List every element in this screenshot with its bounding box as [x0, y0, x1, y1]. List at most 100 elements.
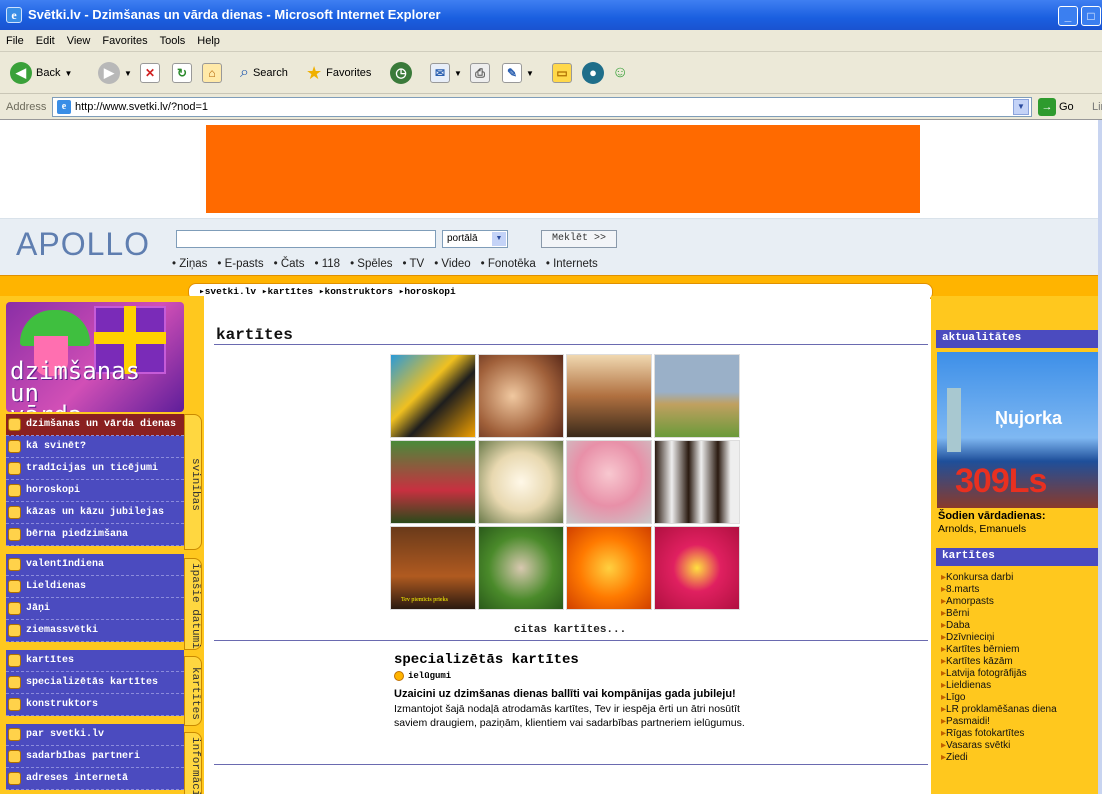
- card-thumb-sunset-field[interactable]: [566, 354, 652, 438]
- banner-ad[interactable]: [206, 125, 920, 213]
- menu-item-constructor[interactable]: konstruktors: [6, 694, 184, 716]
- tab-info[interactable]: informācija: [184, 732, 202, 794]
- mail-button[interactable]: ✉ ▼: [430, 59, 462, 87]
- crumb-konstruktors[interactable]: ▸konstruktors: [319, 286, 393, 297]
- menu-favorites[interactable]: Favorites: [96, 30, 153, 47]
- card-thumb-monkeys[interactable]: [654, 440, 740, 524]
- crumb-horoskopi[interactable]: ▸horoskopi: [399, 286, 456, 297]
- category-link[interactable]: Bērni: [941, 608, 1057, 620]
- menu-item-easter[interactable]: Lieldienas: [6, 576, 184, 598]
- folder-button[interactable]: ▭: [552, 59, 572, 87]
- card-thumb-abstract[interactable]: [390, 354, 476, 438]
- category-link[interactable]: Dzīvnieciņi: [941, 632, 1057, 644]
- menu-help[interactable]: Help: [191, 30, 226, 47]
- portal-search-button[interactable]: Meklēt >>: [541, 230, 617, 248]
- links-label[interactable]: Lin: [1092, 101, 1102, 113]
- menu-item-horoscopes[interactable]: horoskopi: [6, 480, 184, 502]
- refresh-button[interactable]: ↻: [172, 59, 192, 87]
- history-button[interactable]: ◷: [390, 59, 412, 87]
- page-scrollbar[interactable]: [1098, 120, 1102, 794]
- category-link[interactable]: Lieldienas: [941, 680, 1057, 692]
- go-button[interactable]: → Go: [1038, 98, 1074, 116]
- nav-118[interactable]: • 118: [314, 258, 340, 270]
- nav-fonoteka[interactable]: • Fonotēka: [481, 258, 536, 270]
- travel-ad[interactable]: Ņujorka 309Ls: [937, 352, 1102, 508]
- research-button[interactable]: ●: [582, 59, 604, 87]
- menu-item-baby-birth[interactable]: bērna piedzimšana: [6, 524, 184, 546]
- nav-tv[interactable]: • TV: [402, 258, 424, 270]
- promo-banner[interactable]: dzimšanas unvārda dienas: [6, 302, 184, 412]
- back-button[interactable]: ◀ Back ▼: [10, 59, 72, 87]
- menu-item-traditions[interactable]: tradīcijas un ticējumi: [6, 458, 184, 480]
- nav-zinas[interactable]: • Ziņas: [172, 258, 207, 270]
- search-button[interactable]: ⌕ Search: [240, 59, 288, 87]
- category-link[interactable]: Kartītes kāzām: [941, 656, 1057, 668]
- nav-cats[interactable]: • Čats: [274, 258, 305, 270]
- card-thumb-pink-flower[interactable]: [654, 526, 740, 610]
- crumb-kartites[interactable]: ▸kartītes: [262, 286, 313, 297]
- category-link[interactable]: Līgo: [941, 692, 1057, 704]
- maximize-button[interactable]: □: [1081, 6, 1101, 26]
- nav-video[interactable]: • Video: [434, 258, 470, 270]
- chevron-down-icon[interactable]: ▼: [1013, 99, 1029, 115]
- crumb-svetki[interactable]: ▸svetki.lv: [199, 286, 256, 297]
- category-link[interactable]: Vasaras svētki: [941, 740, 1057, 752]
- print-button[interactable]: ⎙: [470, 59, 490, 87]
- category-link[interactable]: LR proklamēšanas diena: [941, 704, 1057, 716]
- tree-icon: [8, 624, 21, 637]
- tab-special-dates[interactable]: īpašie datumi: [184, 558, 202, 650]
- menu-tools[interactable]: Tools: [154, 30, 192, 47]
- forward-button[interactable]: ▶ ▼: [98, 59, 132, 87]
- menu-file[interactable]: File: [0, 30, 30, 47]
- category-link[interactable]: Pasmaidi!: [941, 716, 1057, 728]
- nav-speles[interactable]: • Spēles: [350, 258, 392, 270]
- menu-item-how-to-celebrate[interactable]: kā svinēt?: [6, 436, 184, 458]
- special-cards-title[interactable]: specializētās kartītes: [394, 652, 764, 668]
- tab-svinibas[interactable]: svinības: [184, 414, 202, 550]
- menu-item-links[interactable]: adreses internetā: [6, 768, 184, 790]
- category-link[interactable]: Kartītes bērniem: [941, 644, 1057, 656]
- menu-view[interactable]: View: [61, 30, 97, 47]
- home-button[interactable]: ⌂: [202, 59, 222, 87]
- card-thumb-child-cat[interactable]: Tev piemīcis prieks: [390, 526, 476, 610]
- category-link[interactable]: 8.marts: [941, 584, 1057, 596]
- portal-search-input[interactable]: [176, 230, 436, 248]
- category-link[interactable]: Konkursa darbi: [941, 572, 1057, 584]
- nav-epasts[interactable]: • E-pasts: [217, 258, 263, 270]
- category-link[interactable]: Ziedi: [941, 752, 1057, 764]
- menu-item-special-cards[interactable]: specializētās kartītes: [6, 672, 184, 694]
- minimize-button[interactable]: _: [1058, 6, 1078, 26]
- chevron-down-icon: ▼: [454, 68, 462, 78]
- messenger-button[interactable]: ☺: [612, 59, 628, 87]
- menu-item-partners[interactable]: sadarbības partneri: [6, 746, 184, 768]
- menu-item-about[interactable]: par svetki.lv: [6, 724, 184, 746]
- card-thumb-pink-tulips[interactable]: [566, 440, 652, 524]
- menu-edit[interactable]: Edit: [30, 30, 61, 47]
- address-field[interactable]: e http://www.svetki.lv/?nod=1 ▼: [52, 97, 1032, 117]
- favorites-button[interactable]: ★ Favorites: [306, 59, 371, 87]
- category-link[interactable]: Daba: [941, 620, 1057, 632]
- card-thumb-white-roses[interactable]: [478, 440, 564, 524]
- more-cards-link[interactable]: citas kartītes...: [514, 624, 626, 636]
- portal-scope-select[interactable]: portālā ▼: [442, 230, 508, 248]
- card-thumb-orange-flower[interactable]: [566, 526, 652, 610]
- menu-item-midsummer[interactable]: Jāņi: [6, 598, 184, 620]
- menu-item-weddings[interactable]: kāzas un kāzu jubilejas: [6, 502, 184, 524]
- tab-cards[interactable]: kartītes: [184, 656, 202, 726]
- menu-bar: File Edit View Favorites Tools Help: [0, 30, 1102, 52]
- nav-internets[interactable]: • Internets: [546, 258, 598, 270]
- menu-item-valentines[interactable]: valentīndiena: [6, 554, 184, 576]
- menu-item-christmas[interactable]: ziemassvētki: [6, 620, 184, 642]
- menu-item-cards[interactable]: kartītes: [6, 650, 184, 672]
- edit-button[interactable]: ✎ ▼: [502, 59, 534, 87]
- stop-button[interactable]: ✕: [140, 59, 160, 87]
- card-thumb-haystacks[interactable]: [654, 354, 740, 438]
- card-thumb-garden[interactable]: [390, 440, 476, 524]
- category-link[interactable]: Amorpasts: [941, 596, 1057, 608]
- menu-item-birthdays[interactable]: dzimšanas un vārda dienas: [6, 414, 184, 436]
- card-thumb-kittens-play[interactable]: [478, 526, 564, 610]
- category-link[interactable]: Rīgas fotokartītes: [941, 728, 1057, 740]
- category-link[interactable]: Latvija fotogrāfijās: [941, 668, 1057, 680]
- invitations-link[interactable]: ielūgumi: [394, 671, 764, 681]
- card-thumb-kittens[interactable]: [478, 354, 564, 438]
